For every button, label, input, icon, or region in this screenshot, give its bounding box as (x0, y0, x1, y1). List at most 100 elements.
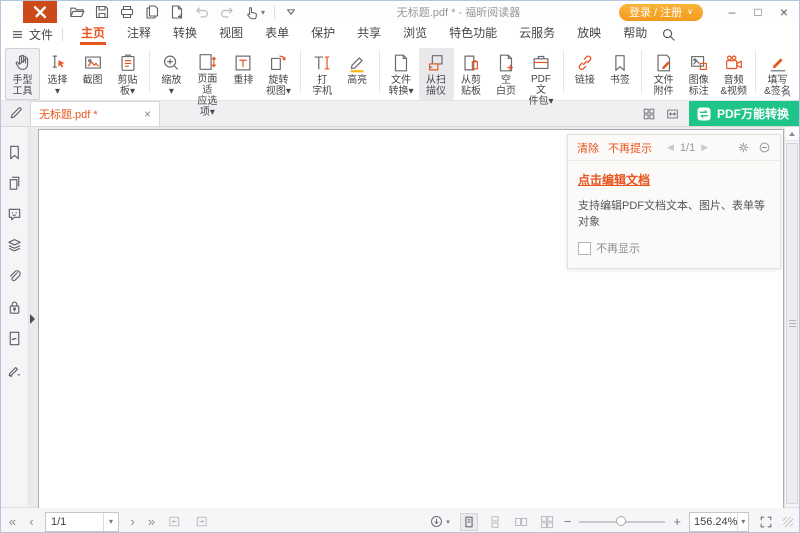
undo-icon[interactable] (194, 4, 210, 20)
print-icon[interactable] (119, 4, 135, 20)
security-panel-icon[interactable] (6, 299, 23, 316)
dont-show-option[interactable]: 不再显示 (578, 240, 770, 256)
page-number-input[interactable]: 1/1 ▾ (45, 512, 119, 532)
bookmarks-panel-icon[interactable] (6, 144, 23, 161)
notification-minimize-icon[interactable] (758, 141, 771, 154)
ribbon-snapshot[interactable]: 截图 (75, 48, 110, 100)
redo-icon[interactable] (219, 4, 235, 20)
vertical-scrollbar[interactable] (784, 127, 799, 507)
scroll-up-button[interactable] (785, 127, 799, 141)
switch-view-icon[interactable] (665, 107, 680, 121)
tab-cloud[interactable]: 云服务 (508, 23, 566, 45)
maximize-button[interactable]: □ (745, 1, 771, 23)
single-page-view-icon[interactable] (460, 513, 478, 531)
ribbon-from-scanner[interactable]: 从扫 描仪 (419, 48, 454, 100)
ribbon-label: 文件 附件 (654, 75, 674, 97)
scrollbar-thumb[interactable] (786, 143, 798, 504)
dont-show-checkbox[interactable] (578, 242, 591, 255)
continuous-view-icon[interactable] (486, 513, 504, 531)
ribbon-blank-page[interactable]: 空 白页 (489, 48, 524, 100)
tab-convert[interactable]: 转换 (162, 23, 208, 45)
tab-view[interactable]: 视图 (208, 23, 254, 45)
file-menu[interactable]: 文件 (11, 26, 53, 43)
hand-pick-tool-icon[interactable]: ▾ (244, 5, 265, 20)
ribbon-rotate-view[interactable]: 旋转 视图▾ (261, 48, 296, 100)
edit-document-link[interactable]: 点击编辑文档 (578, 171, 650, 188)
resize-grip[interactable] (783, 517, 793, 527)
tab-help[interactable]: 帮助 (612, 23, 658, 45)
pager-next-icon[interactable]: ▶ (701, 142, 708, 153)
clear-button[interactable]: 清除 (577, 140, 599, 156)
ribbon-pdf-portfolio[interactable]: PDF文 件包▾ (524, 48, 559, 100)
ribbon-highlight[interactable]: 高亮 (340, 48, 375, 100)
zoom-out-button[interactable]: − (564, 515, 572, 528)
fullscreen-icon[interactable] (757, 513, 775, 531)
save-icon[interactable] (94, 4, 110, 20)
auto-scroll-icon[interactable]: ▾ (427, 512, 452, 531)
open-file-icon[interactable] (69, 4, 85, 20)
zoom-in-button[interactable]: + (673, 515, 681, 528)
ribbon-fit-page[interactable]: 页面适 应选项▾ (189, 48, 226, 100)
quick-edit-icon[interactable] (1, 101, 30, 126)
customize-toolbar-icon[interactable] (284, 5, 298, 19)
last-page-button[interactable]: » (146, 515, 157, 528)
ribbon-hand-tool[interactable]: 手型 工具 (5, 48, 40, 100)
comments-panel-icon[interactable] (6, 206, 23, 223)
ribbon-file-attachment[interactable]: 文件 附件 (646, 48, 681, 100)
login-button[interactable]: 登录 / 注册 ∨ (619, 4, 703, 21)
zoom-slider-handle[interactable] (616, 516, 626, 526)
signature-doc-panel-icon[interactable] (6, 330, 23, 347)
ribbon-select[interactable]: 选择 ▾ (40, 48, 75, 100)
ribbon-bookmark[interactable]: 书签 (602, 48, 637, 100)
grid-view-icon[interactable] (642, 107, 656, 121)
zoom-slider[interactable] (579, 521, 665, 523)
ribbon-link[interactable]: 链接 (567, 48, 602, 100)
close-button[interactable]: × (771, 1, 797, 23)
facing-view-icon[interactable] (512, 513, 530, 531)
panel-expand-handle[interactable] (30, 314, 35, 324)
search-icon[interactable] (661, 27, 676, 42)
ribbon-convert-file[interactable]: 文件 转换▾ (384, 48, 419, 100)
ribbon-image-annotation[interactable]: 图像 标注 (681, 48, 716, 100)
layers-panel-icon[interactable] (6, 237, 23, 254)
ribbon-from-clipboard[interactable]: 从剪 贴板 (454, 48, 489, 100)
next-page-button[interactable]: › (127, 515, 138, 528)
collapse-ribbon-icon[interactable] (781, 91, 792, 98)
zoom-level-input[interactable]: 156.24% ▾ (689, 512, 749, 532)
tab-comment[interactable]: 注释 (116, 23, 162, 45)
ribbon-reflow[interactable]: 重排 (226, 48, 261, 100)
continuous-facing-view-icon[interactable] (538, 513, 556, 531)
ribbon-typewriter[interactable]: 打 字机 (305, 48, 340, 100)
notification-settings-icon[interactable] (737, 141, 750, 154)
tab-browse[interactable]: 浏览 (392, 23, 438, 45)
digital-signature-panel-icon[interactable] (6, 361, 23, 378)
attachments-panel-icon[interactable] (6, 268, 23, 285)
next-view-icon[interactable] (192, 512, 211, 531)
prev-page-button[interactable]: ‹ (26, 515, 37, 528)
previous-view-icon[interactable] (165, 512, 184, 531)
new-document-icon[interactable] (169, 4, 185, 20)
tab-close-icon[interactable]: × (144, 108, 151, 120)
ribbon-audio-video[interactable]: 音频 &视频 (716, 48, 751, 100)
tab-features[interactable]: 特色功能 (438, 23, 508, 45)
tab-share[interactable]: 共享 (346, 23, 392, 45)
tab-protect[interactable]: 保护 (300, 23, 346, 45)
ribbon-clipboard[interactable]: 剪贴 板▾ (110, 48, 145, 100)
page-thumbnails-icon[interactable] (6, 175, 23, 192)
save-as-icon[interactable] (144, 4, 160, 20)
notification-panel: 清除 不再提示 ◀ 1/1 ▶ 点击编辑文档 支持编 (567, 134, 781, 269)
ribbon-label: 重排 (233, 75, 253, 86)
page-dropdown-icon[interactable]: ▾ (103, 513, 118, 531)
rotate-view-icon (266, 51, 290, 74)
first-page-button[interactable]: « (7, 515, 18, 528)
minimize-button[interactable]: – (719, 1, 745, 23)
tab-form[interactable]: 表单 (254, 23, 300, 45)
pager-prev-icon[interactable]: ◀ (667, 142, 674, 153)
pdf-converter-button[interactable]: PDF万能转换 (689, 101, 799, 126)
tab-home[interactable]: 主页 (70, 23, 116, 45)
tab-slideshow[interactable]: 放映 (566, 23, 612, 45)
no-remind-button[interactable]: 不再提示 (608, 140, 652, 156)
zoom-dropdown-icon[interactable]: ▾ (737, 513, 748, 531)
document-tab[interactable]: 无标题.pdf * × (30, 101, 160, 126)
ribbon-zoom[interactable]: 缩放 ▾ (154, 48, 189, 100)
